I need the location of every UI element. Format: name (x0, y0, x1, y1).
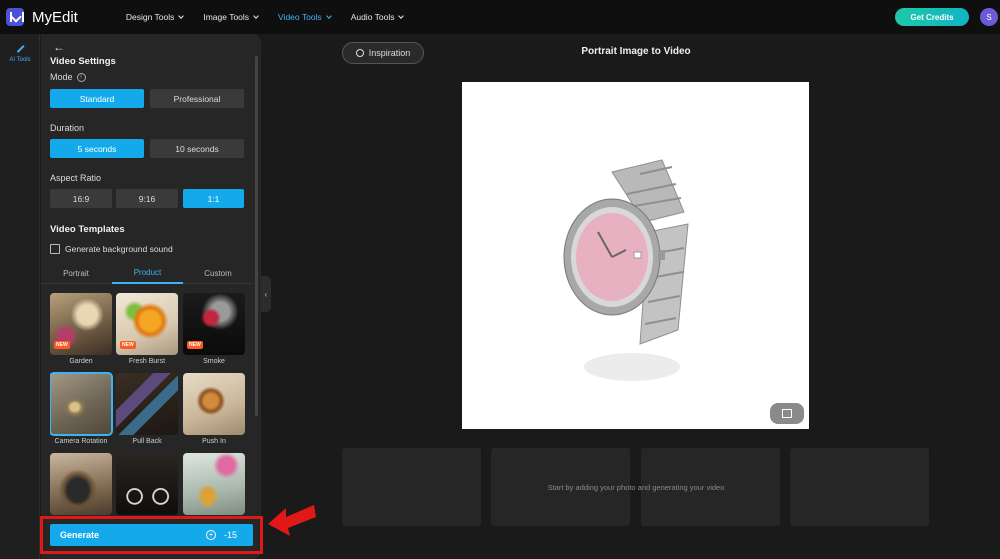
template-thumb (183, 453, 245, 515)
template-label: Push In (202, 438, 226, 445)
empty-results-message: Start by adding your photo and generatin… (547, 483, 725, 492)
template-thumb (50, 372, 113, 436)
page-title: Portrait Image to Video (581, 46, 691, 57)
new-badge: NEW (187, 341, 203, 349)
mode-label-text: Mode (50, 72, 73, 82)
generate-button[interactable]: Generate + -15 (50, 524, 253, 546)
mode-label: Mode i (50, 72, 86, 82)
template-thumb (50, 453, 112, 515)
app-logo[interactable]: MyEdit (6, 8, 78, 26)
inspiration-label: Inspiration (368, 48, 411, 58)
duration-label: Duration (50, 123, 85, 133)
template-tabs: Portrait Product Custom (41, 262, 251, 284)
credit-cost: + -15 (205, 530, 237, 540)
credit-cost-value: -15 (223, 530, 237, 540)
credit-plus-icon: + (205, 530, 216, 540)
mode-standard-option[interactable]: Standard (50, 89, 144, 108)
magic-wand-icon (15, 44, 25, 54)
myedit-logo-icon (6, 8, 24, 26)
top-nav-bar: MyEdit Design Tools Image Tools Video To… (0, 0, 1000, 34)
collapse-panel-button[interactable]: ‹ (261, 276, 271, 312)
template-label: Fresh Burst (128, 358, 166, 365)
template-card-fresh-burst[interactable]: NEW Fresh Burst (116, 293, 178, 365)
crop-icon (782, 409, 792, 418)
template-thumb (116, 453, 178, 515)
template-thumb: NEW (116, 293, 178, 355)
settings-panel: ← Video Settings Mode i Standard Profess… (41, 34, 261, 559)
nav-image-tools[interactable]: Image Tools (203, 12, 259, 22)
main-nav: Design Tools Image Tools Video Tools Aud… (126, 12, 424, 22)
template-label: Smoke (203, 358, 225, 365)
chevron-down-icon (398, 12, 405, 19)
nav-audio-tools[interactable]: Audio Tools (350, 12, 405, 22)
nav-video-tools[interactable]: Video Tools (278, 12, 332, 22)
chevron-down-icon (178, 12, 185, 19)
info-icon[interactable]: i (76, 72, 86, 82)
nav-design-tools-label: Design Tools (125, 12, 175, 22)
lightbulb-icon (355, 49, 364, 57)
red-arrow-icon (268, 505, 316, 536)
nav-design-tools[interactable]: Design Tools (125, 12, 185, 22)
template-card-smoke[interactable]: NEW Smoke (183, 293, 245, 365)
duration-5s-option[interactable]: 5 seconds (50, 139, 144, 158)
panel-scrollbar[interactable] (255, 56, 258, 416)
rail-item-label: AI Tools (9, 56, 31, 63)
tab-product[interactable]: Product (112, 262, 183, 284)
tab-custom[interactable]: Custom (183, 262, 253, 284)
chevron-down-icon (253, 12, 259, 19)
duration-10s-option[interactable]: 10 seconds (150, 139, 244, 158)
tab-portrait[interactable]: Portrait (41, 262, 111, 284)
image-preview (462, 82, 809, 429)
nav-audio-tools-label: Audio Tools (350, 12, 395, 22)
template-card-7[interactable] (50, 453, 112, 515)
bg-sound-toggle[interactable]: Generate background sound (50, 244, 173, 254)
bg-sound-checkbox[interactable] (50, 244, 60, 254)
generate-label: Generate (60, 530, 100, 540)
chevron-left-icon: ‹ (264, 289, 268, 299)
template-label: Garden (69, 358, 93, 365)
result-slot-4 (790, 448, 929, 526)
template-grid: NEW Garden NEW Fresh Burst NEW Smoke Cam… (50, 293, 245, 518)
nav-image-tools-label: Image Tools (203, 12, 250, 22)
get-credits-button[interactable]: Get Credits (895, 8, 969, 26)
template-card-camera-rotation[interactable]: Camera Rotation (50, 372, 113, 445)
mode-professional-option[interactable]: Professional (150, 89, 244, 108)
crop-button[interactable] (770, 403, 804, 424)
app-name: MyEdit (32, 8, 78, 26)
aspect-16-9-option[interactable]: 16:9 (50, 189, 112, 208)
template-thumb: NEW (183, 293, 245, 355)
bg-sound-label: Generate background sound (65, 244, 173, 254)
inspiration-button[interactable]: Inspiration (342, 42, 424, 64)
rail-item-ai-tools[interactable]: AI Tools (0, 38, 40, 68)
template-thumb (183, 373, 245, 435)
template-card-9[interactable] (183, 453, 245, 515)
watch-image (563, 159, 689, 381)
aspect-ratio-label: Aspect Ratio (50, 173, 102, 183)
new-badge: NEW (54, 341, 70, 349)
nav-video-tools-label: Video Tools (278, 12, 322, 22)
avatar[interactable]: S (980, 8, 998, 26)
result-slot-1 (342, 448, 481, 526)
aspect-1-1-option[interactable]: 1:1 (183, 189, 244, 208)
tool-rail: AI Tools (0, 34, 40, 559)
template-label: Camera Rotation (54, 438, 108, 445)
new-badge: NEW (120, 341, 136, 349)
template-card-garden[interactable]: NEW Garden (50, 293, 112, 365)
template-card-push-in[interactable]: Push In (183, 373, 245, 445)
chevron-down-icon (325, 12, 332, 19)
template-card-pull-back[interactable]: Pull Back (116, 373, 178, 445)
template-label: Pull Back (132, 438, 162, 445)
video-templates-title: Video Templates (50, 224, 125, 235)
template-thumb: NEW (50, 293, 112, 355)
back-arrow-icon[interactable]: ← (53, 40, 65, 54)
template-thumb (116, 373, 178, 435)
template-card-8[interactable] (116, 453, 178, 515)
aspect-9-16-option[interactable]: 9:16 (116, 189, 178, 208)
video-settings-title: Video Settings (50, 56, 116, 67)
